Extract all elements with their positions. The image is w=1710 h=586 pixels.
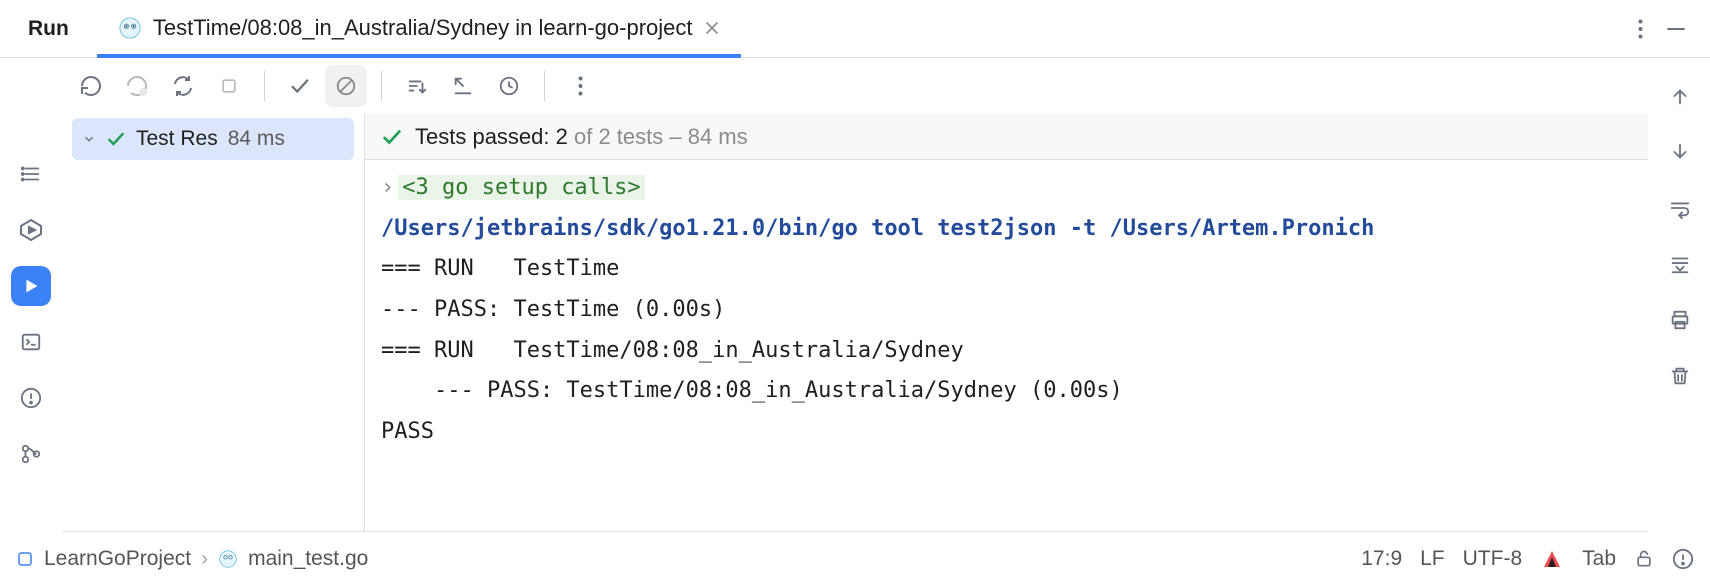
rerun-icon[interactable]	[70, 65, 112, 107]
test-toolbar	[62, 58, 1648, 114]
go-command-line: /Users/jetbrains/sdk/go1.21.0/bin/go too…	[381, 209, 1632, 250]
console-output[interactable]: ›<3 go setup calls> /Users/jetbrains/sdk…	[365, 160, 1648, 531]
console: Tests passed: 2 of 2 tests – 84 ms ›<3 g…	[364, 114, 1648, 531]
toolbar-more-icon[interactable]	[559, 65, 601, 107]
history-icon[interactable]	[488, 65, 530, 107]
scroll-up-icon[interactable]	[1660, 76, 1700, 116]
scroll-to-end-icon[interactable]	[1660, 244, 1700, 284]
breadcrumb-file: main_test.go	[248, 547, 368, 571]
vcs-icon[interactable]	[11, 434, 51, 474]
test-node-duration: 84 ms	[228, 127, 285, 151]
chevron-down-icon	[82, 132, 96, 146]
run-config-tab[interactable]: TestTime/08:08_in_Australia/Sydney in le…	[97, 1, 741, 58]
test-node-label: Test Res	[136, 127, 218, 151]
clear-icon[interactable]	[1660, 356, 1700, 396]
caret-position[interactable]: 17:9	[1361, 547, 1402, 571]
go-file-icon	[218, 549, 238, 569]
fold-marker-icon[interactable]: ›	[381, 175, 394, 200]
soft-wrap-icon[interactable]	[1660, 188, 1700, 228]
show-ignored-icon[interactable]	[325, 65, 367, 107]
show-passed-icon[interactable]	[279, 65, 321, 107]
run-tool-window: Run TestTime/08:08_in_Australia/Sydney i…	[0, 0, 1710, 586]
tests-summary-text: Tests passed: 2 of 2 tests – 84 ms	[415, 124, 748, 150]
expand-icon[interactable]	[442, 65, 484, 107]
check-icon	[106, 129, 126, 149]
chevron-right-icon: ›	[201, 547, 208, 571]
test-results-node[interactable]: Test Res 84 ms	[72, 118, 354, 160]
lock-icon[interactable]	[1634, 549, 1654, 569]
breadcrumb-project: LearnGoProject	[44, 547, 191, 571]
setup-calls-fold[interactable]: <3 go setup calls>	[398, 175, 644, 200]
check-icon	[381, 126, 403, 148]
tests-summary-detail: of 2 tests – 84 ms	[568, 124, 748, 149]
run-panel-icon[interactable]	[11, 266, 51, 306]
rerun-failed-icon[interactable]	[116, 65, 158, 107]
stop-icon[interactable]	[208, 65, 250, 107]
structure-icon[interactable]	[11, 154, 51, 194]
line-separator[interactable]: LF	[1420, 547, 1445, 571]
minimize-icon[interactable]	[1658, 11, 1694, 47]
tests-summary-bar: Tests passed: 2 of 2 tests – 84 ms	[365, 114, 1648, 160]
services-icon[interactable]	[11, 210, 51, 250]
sort-icon[interactable]	[396, 65, 438, 107]
tab-bar: Run TestTime/08:08_in_Australia/Sydney i…	[0, 0, 1710, 58]
breadcrumb[interactable]: LearnGoProject › main_test.go	[16, 547, 368, 571]
status-problems-icon[interactable]	[1672, 548, 1694, 570]
ide-logo-icon[interactable]	[1540, 547, 1564, 571]
tab-title: TestTime/08:08_in_Australia/Sydney in le…	[153, 15, 693, 41]
panel-title: Run	[0, 17, 97, 41]
toggle-auto-test-icon[interactable]	[162, 65, 204, 107]
scroll-down-icon[interactable]	[1660, 132, 1700, 172]
terminal-icon[interactable]	[11, 322, 51, 362]
module-icon	[16, 550, 34, 568]
file-encoding[interactable]: UTF-8	[1463, 547, 1523, 571]
status-bar: LearnGoProject › main_test.go 17:9 LF UT…	[0, 532, 1710, 586]
test-output: === RUN TestTime --- PASS: TestTime (0.0…	[381, 249, 1632, 452]
indent-setting[interactable]: Tab	[1582, 547, 1616, 571]
test-tree: Test Res 84 ms	[62, 114, 364, 531]
left-gutter	[0, 58, 62, 532]
problems-icon[interactable]	[11, 378, 51, 418]
close-tab-icon[interactable]	[705, 21, 719, 35]
tab-options-icon[interactable]	[1622, 11, 1658, 47]
go-file-icon	[119, 17, 141, 39]
right-gutter	[1648, 58, 1710, 532]
print-icon[interactable]	[1660, 300, 1700, 340]
tests-passed-count: Tests passed: 2	[415, 124, 568, 149]
